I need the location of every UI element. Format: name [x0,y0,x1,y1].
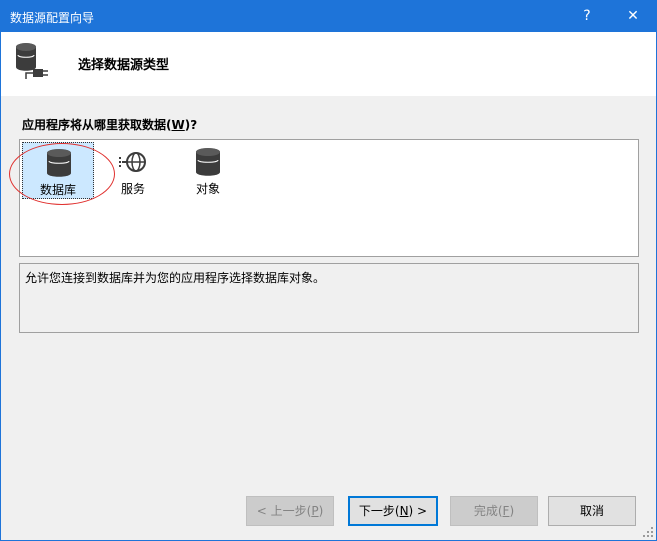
database-connect-icon [16,43,48,79]
data-source-type-list[interactable]: 数据库 服务 对象 [19,139,639,257]
service-globe-icon [119,152,146,172]
resize-grip-icon[interactable] [643,527,653,537]
window-title: 数据源配置向导 [10,11,95,25]
prev-button[interactable]: < 上一步(P) [246,496,334,526]
type-item-service[interactable]: 服务 [97,142,169,199]
type-label-database: 数据库 [39,183,76,197]
database-icon [47,149,71,177]
page-title: 选择数据源类型 [78,58,170,73]
data-source-wizard-window: 数据源配置向导 ? ✕ 选择数据源类型 应用程序将从哪里获取数据(W)? 数据库 [0,0,657,541]
type-description: 允许您连接到数据库并为您的应用程序选择数据库对象。 [25,271,326,285]
cancel-button[interactable]: 取消 [548,496,636,526]
next-button[interactable]: 下一步(N) > [348,496,438,526]
wizard-header: 选择数据源类型 [1,32,656,96]
data-source-question: 应用程序将从哪里获取数据(W)? [22,118,198,132]
close-button[interactable]: ✕ [610,1,656,32]
help-button[interactable]: ? [564,1,610,32]
type-item-object[interactable]: 对象 [172,142,244,199]
finish-button[interactable]: 完成(F) [450,496,538,526]
type-label-service: 服务 [120,182,145,196]
type-description-box: 允许您连接到数据库并为您的应用程序选择数据库对象。 [19,263,639,333]
title-bar[interactable]: 数据源配置向导 ? ✕ [1,1,656,32]
object-icon [196,148,220,176]
type-item-database[interactable]: 数据库 [22,142,94,199]
type-label-object: 对象 [195,182,220,196]
